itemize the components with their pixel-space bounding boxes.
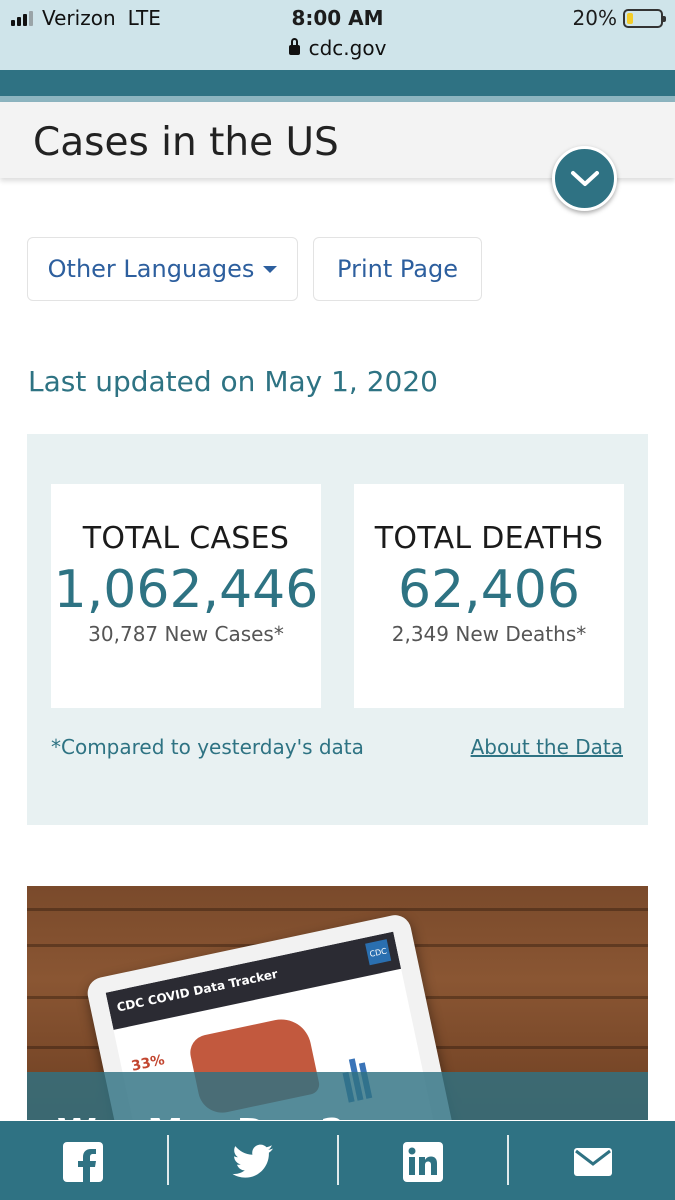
- status-bar: Verizon LTE 8:00 AM cdc.gov 20%: [0, 0, 675, 70]
- other-languages-label: Other Languages: [47, 255, 255, 283]
- caret-down-icon: [263, 265, 278, 273]
- total-cases-label: TOTAL CASES: [82, 521, 290, 556]
- expand-menu-button[interactable]: [552, 146, 617, 211]
- promo-overlay-text: W... M... D... 2...: [57, 1112, 386, 1120]
- share-divider: [167, 1135, 169, 1185]
- total-deaths-label: TOTAL DEATHS: [374, 521, 604, 556]
- facebook-icon: [63, 1142, 103, 1182]
- twitter-icon: [232, 1144, 273, 1178]
- linkedin-icon: [403, 1142, 443, 1182]
- battery-icon: [623, 8, 666, 28]
- email-icon: [574, 1148, 612, 1176]
- comparison-footnote: *Compared to yesterday's data: [51, 735, 364, 759]
- address-bar[interactable]: cdc.gov: [0, 36, 675, 60]
- linkedin-share-button[interactable]: [402, 1141, 444, 1183]
- total-deaths-card: TOTAL DEATHS 62,406 2,349 New Deaths*: [354, 484, 624, 708]
- battery-percent: 20%: [572, 6, 617, 30]
- about-the-data-link[interactable]: About the Data: [471, 735, 623, 759]
- promo-overlay: W... M... D... 2...: [27, 1072, 648, 1120]
- email-share-button[interactable]: [572, 1141, 614, 1183]
- site-header-band: [0, 70, 675, 96]
- status-right: 20%: [572, 6, 666, 30]
- page-title: Cases in the US: [33, 120, 339, 165]
- chevron-down-icon: [570, 170, 599, 186]
- last-updated: Last updated on May 1, 2020: [28, 365, 438, 398]
- print-page-label: Print Page: [337, 255, 458, 283]
- facebook-share-button[interactable]: [62, 1141, 104, 1183]
- new-deaths: 2,349 New Deaths*: [391, 622, 587, 646]
- share-divider: [337, 1135, 339, 1185]
- lock-icon: [288, 38, 300, 55]
- share-bar: [0, 1121, 675, 1200]
- share-divider: [507, 1135, 509, 1185]
- stats-panel: TOTAL CASES 1,062,446 30,787 New Cases* …: [27, 434, 648, 825]
- tracker-title: CDC COVID Data Tracker: [115, 966, 279, 1015]
- wood-grain: [27, 908, 648, 911]
- cdc-logo: CDC: [365, 939, 392, 966]
- print-page-button[interactable]: Print Page: [313, 237, 482, 301]
- data-tracker-promo-image[interactable]: CDC COVID Data Tracker CDC 33% W... M...…: [27, 886, 648, 1120]
- battery-level: [627, 12, 634, 24]
- url-text: cdc.gov: [308, 36, 387, 60]
- total-deaths-value: 62,406: [398, 560, 580, 620]
- new-cases: 30,787 New Cases*: [88, 622, 284, 646]
- twitter-share-button[interactable]: [232, 1141, 274, 1183]
- total-cases-value: 1,062,446: [53, 560, 319, 620]
- other-languages-button[interactable]: Other Languages: [27, 237, 298, 301]
- total-cases-card: TOTAL CASES 1,062,446 30,787 New Cases*: [51, 484, 321, 708]
